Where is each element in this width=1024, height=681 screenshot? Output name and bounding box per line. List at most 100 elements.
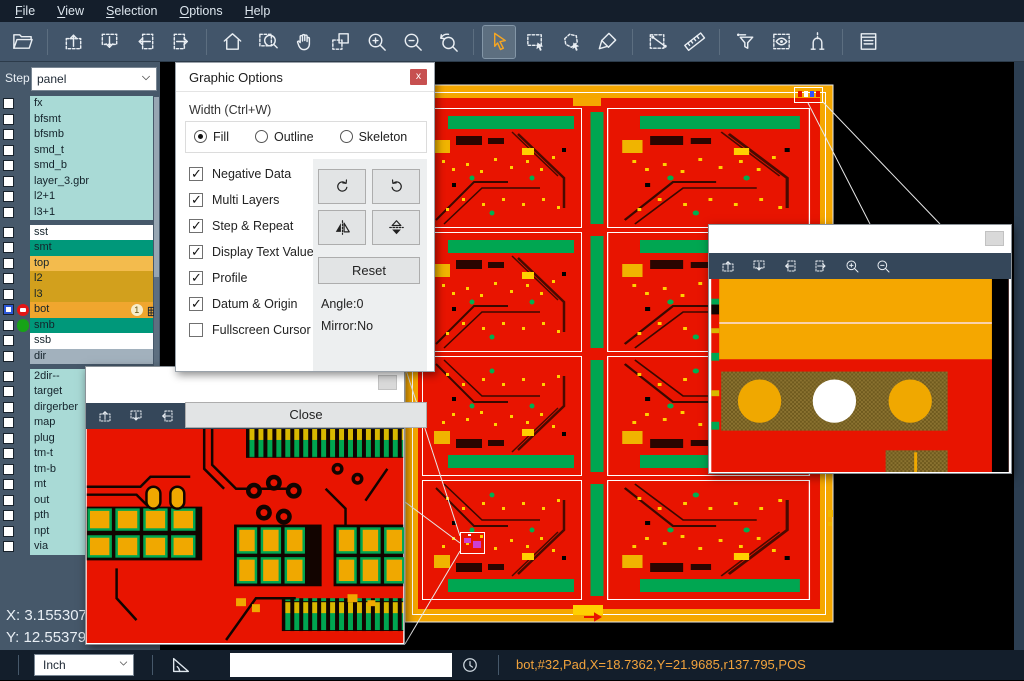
layer-checkbox[interactable]	[3, 433, 14, 444]
radio-skeleton[interactable]: Skeleton	[340, 130, 408, 144]
radio-icon[interactable]	[255, 130, 268, 143]
layer-checkbox[interactable]	[3, 417, 14, 428]
ruler-button[interactable]	[678, 26, 710, 58]
layer-checkbox[interactable]	[3, 242, 14, 253]
select-rect-button[interactable]	[519, 26, 551, 58]
pan-button[interactable]	[288, 26, 320, 58]
popup-titlebar[interactable]	[86, 367, 404, 403]
zoom-out-button[interactable]	[396, 26, 428, 58]
layer-row-layer_3.gbr[interactable]: layer_3.gbr	[0, 174, 160, 190]
checkbox-icon[interactable]	[189, 193, 203, 207]
layer-row-sst[interactable]: sst	[0, 225, 160, 241]
filter-button[interactable]	[729, 26, 761, 58]
layer-checkbox[interactable]	[3, 207, 14, 218]
layer-checkbox[interactable]	[3, 289, 14, 300]
layer-checkbox[interactable]	[3, 402, 14, 413]
command-input[interactable]	[230, 653, 452, 677]
popup-window-button[interactable]	[378, 375, 397, 390]
layer-row-bfsmt[interactable]: bfsmt	[0, 112, 160, 128]
option-step-repeat[interactable]: Step & Repeat	[189, 215, 317, 241]
layer-row-smd_b[interactable]: smd_b	[0, 158, 160, 174]
layer-row-l3[interactable]: l3	[0, 287, 160, 303]
drag-view-button[interactable]	[324, 26, 356, 58]
radio-icon[interactable]	[340, 130, 353, 143]
layer-name[interactable]: ssb	[30, 333, 153, 349]
right-panel-edge[interactable]	[1014, 62, 1024, 650]
layer-row-l2+1[interactable]: l2+1	[0, 189, 160, 205]
rotate-ccw-button[interactable]	[372, 169, 420, 204]
layer-checkbox[interactable]	[3, 541, 14, 552]
layer-checkbox[interactable]	[3, 258, 14, 269]
view-down-button[interactable]	[93, 26, 125, 58]
menu-view[interactable]: View	[46, 0, 95, 22]
view-down-button[interactable]	[127, 407, 145, 425]
measure-button[interactable]	[642, 26, 674, 58]
layer-checkbox[interactable]	[3, 448, 14, 459]
layer-row-fx[interactable]: fx	[0, 96, 160, 112]
layer-name[interactable]: smt	[30, 240, 153, 256]
popup-window-button[interactable]	[985, 231, 1004, 246]
zoom-out-button[interactable]	[874, 257, 892, 275]
option-multi-layers[interactable]: Multi Layers	[189, 189, 317, 215]
history-icon[interactable]	[460, 655, 480, 675]
layer-row-bfsmb[interactable]: bfsmb	[0, 127, 160, 143]
angle-measure-icon[interactable]	[170, 654, 192, 676]
layer-name[interactable]: smd_t	[30, 143, 153, 159]
layer-row-top[interactable]: top	[0, 256, 160, 272]
zoom-window-button[interactable]	[252, 26, 284, 58]
layer-checkbox[interactable]	[3, 98, 14, 109]
layer-checkbox[interactable]	[3, 320, 14, 331]
radio-outline[interactable]: Outline	[255, 130, 314, 144]
layer-checkbox[interactable]	[3, 335, 14, 346]
layer-name[interactable]: top	[30, 256, 153, 272]
layer-checkbox[interactable]	[3, 371, 14, 382]
zoom-in-button[interactable]	[360, 26, 392, 58]
layer-name[interactable]: bfsmt	[30, 112, 153, 128]
view-up-button[interactable]	[96, 407, 114, 425]
layer-name[interactable]: l3	[30, 287, 153, 303]
home-view-button[interactable]	[216, 26, 248, 58]
select-button[interactable]	[483, 26, 515, 58]
mirror-v-button[interactable]	[318, 210, 366, 245]
option-negative-data[interactable]: Negative Data	[189, 163, 317, 189]
layer-checkbox[interactable]	[3, 351, 14, 362]
layer-name[interactable]: l3+1	[30, 205, 153, 221]
layer-checkbox[interactable]	[3, 160, 14, 171]
layer-row-smt[interactable]: smt	[0, 240, 160, 256]
popup-pcb-zoom-view[interactable]	[709, 279, 1011, 472]
layer-name[interactable]: fx	[30, 96, 153, 112]
checkbox-icon[interactable]	[189, 219, 203, 233]
close-icon[interactable]: x	[410, 69, 427, 85]
unit-select[interactable]: Inch	[34, 654, 134, 676]
layer-row-ssb[interactable]: ssb	[0, 333, 160, 349]
open-button[interactable]	[6, 26, 38, 58]
layer-checkbox[interactable]	[3, 145, 14, 156]
layer-name[interactable]: l2+1	[30, 189, 153, 205]
layer-name[interactable]: l2	[30, 271, 153, 287]
dialog-titlebar[interactable]: Graphic Options x	[176, 63, 434, 92]
layer-row-bot[interactable]: bot1	[0, 302, 160, 318]
layer-row-l2[interactable]: l2	[0, 271, 160, 287]
close-button[interactable]: Close	[185, 402, 427, 428]
menu-help[interactable]: Help	[234, 0, 282, 22]
checkbox-icon[interactable]	[189, 167, 203, 181]
layer-checkbox[interactable]	[3, 227, 14, 238]
layer-checkbox[interactable]	[3, 510, 14, 521]
radio-icon[interactable]	[194, 130, 207, 143]
option-profile[interactable]: Profile	[189, 267, 317, 293]
layer-checkbox[interactable]	[3, 304, 14, 315]
layer-row-dir[interactable]: dir	[0, 349, 160, 365]
view-left-button[interactable]	[129, 26, 161, 58]
popup-pcb-zoom-view[interactable]	[86, 429, 404, 643]
layer-checkbox[interactable]	[3, 479, 14, 490]
layer-checkbox[interactable]	[3, 273, 14, 284]
option-datum-origin[interactable]: Datum & Origin	[189, 293, 317, 319]
layer-name[interactable]: bfsmb	[30, 127, 153, 143]
view-down-button[interactable]	[750, 257, 768, 275]
layer-name[interactable]: layer_3.gbr	[30, 174, 153, 190]
layer-checkbox[interactable]	[3, 495, 14, 506]
rotate-cw-button[interactable]	[318, 169, 366, 204]
snap-button[interactable]	[801, 26, 833, 58]
option-display-text-value[interactable]: Display Text Value	[189, 241, 317, 267]
layer-name[interactable]: smb	[30, 318, 153, 334]
